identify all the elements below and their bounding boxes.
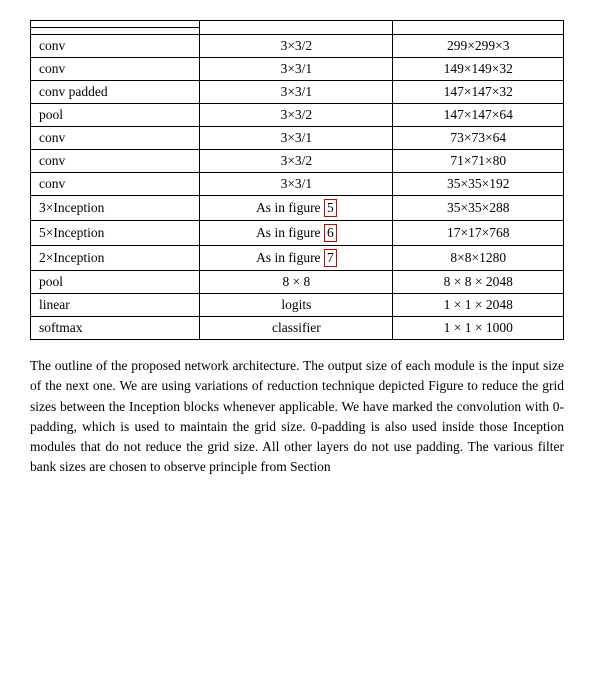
- cell-input: 17×17×768: [393, 221, 564, 246]
- table-row: conv3×3/173×73×64: [31, 127, 564, 150]
- cell-patch: As in figure 5: [200, 196, 393, 221]
- cell-type: pool: [31, 104, 200, 127]
- table-row: pool8 × 88 × 8 × 2048: [31, 271, 564, 294]
- table-row: conv3×3/271×71×80: [31, 150, 564, 173]
- cell-input: 149×149×32: [393, 58, 564, 81]
- cell-input: 35×35×288: [393, 196, 564, 221]
- table-row: 2×InceptionAs in figure 78×8×1280: [31, 246, 564, 271]
- cell-input: 8×8×1280: [393, 246, 564, 271]
- table-caption: The outline of the proposed network arch…: [30, 356, 564, 478]
- cell-type: conv: [31, 58, 200, 81]
- cell-input: 299×299×3: [393, 35, 564, 58]
- cell-patch: 3×3/1: [200, 58, 393, 81]
- table-row: 3×InceptionAs in figure 535×35×288: [31, 196, 564, 221]
- cell-type: conv: [31, 150, 200, 173]
- cell-type: 5×Inception: [31, 221, 200, 246]
- cell-patch: logits: [200, 294, 393, 317]
- cell-input: 147×147×64: [393, 104, 564, 127]
- cell-patch: As in figure 6: [200, 221, 393, 246]
- cell-patch: 3×3/2: [200, 35, 393, 58]
- cell-type: conv: [31, 35, 200, 58]
- table-row: conv padded3×3/1147×147×32: [31, 81, 564, 104]
- cell-patch: 3×3/1: [200, 127, 393, 150]
- table-row: conv3×3/2299×299×3: [31, 35, 564, 58]
- cell-type: 3×Inception: [31, 196, 200, 221]
- cell-type: conv padded: [31, 81, 200, 104]
- cell-type: conv: [31, 173, 200, 196]
- caption-text-4: from Section: [261, 459, 331, 474]
- cell-input: 8 × 8 × 2048: [393, 271, 564, 294]
- cell-type: conv: [31, 127, 200, 150]
- col-header-type: [31, 21, 200, 28]
- col-header-input: [393, 21, 564, 35]
- col-header-patch: [200, 21, 393, 28]
- table-row: linearlogits1 × 1 × 2048: [31, 294, 564, 317]
- cell-patch: As in figure 7: [200, 246, 393, 271]
- table-row: softmaxclassifier1 × 1 × 1000: [31, 317, 564, 340]
- architecture-table: conv3×3/2299×299×3conv3×3/1149×149×32con…: [30, 20, 564, 340]
- table-row: conv3×3/1149×149×32: [31, 58, 564, 81]
- cell-patch: 3×3/2: [200, 104, 393, 127]
- cell-patch: 3×3/1: [200, 81, 393, 104]
- cell-type: pool: [31, 271, 200, 294]
- col-header-type-empty: [31, 28, 200, 35]
- cell-patch: classifier: [200, 317, 393, 340]
- cell-patch: 3×3/2: [200, 150, 393, 173]
- cell-input: 35×35×192: [393, 173, 564, 196]
- cell-input: 71×71×80: [393, 150, 564, 173]
- table-row: 5×InceptionAs in figure 617×17×768: [31, 221, 564, 246]
- cell-type: linear: [31, 294, 200, 317]
- cell-input: 1 × 1 × 2048: [393, 294, 564, 317]
- table-row: conv3×3/135×35×192: [31, 173, 564, 196]
- cell-input: 147×147×32: [393, 81, 564, 104]
- col-header-remarks: [200, 28, 393, 35]
- table-row: pool3×3/2147×147×64: [31, 104, 564, 127]
- cell-patch: 3×3/1: [200, 173, 393, 196]
- cell-type: softmax: [31, 317, 200, 340]
- cell-input: 73×73×64: [393, 127, 564, 150]
- cell-type: 2×Inception: [31, 246, 200, 271]
- cell-input: 1 × 1 × 1000: [393, 317, 564, 340]
- cell-patch: 8 × 8: [200, 271, 393, 294]
